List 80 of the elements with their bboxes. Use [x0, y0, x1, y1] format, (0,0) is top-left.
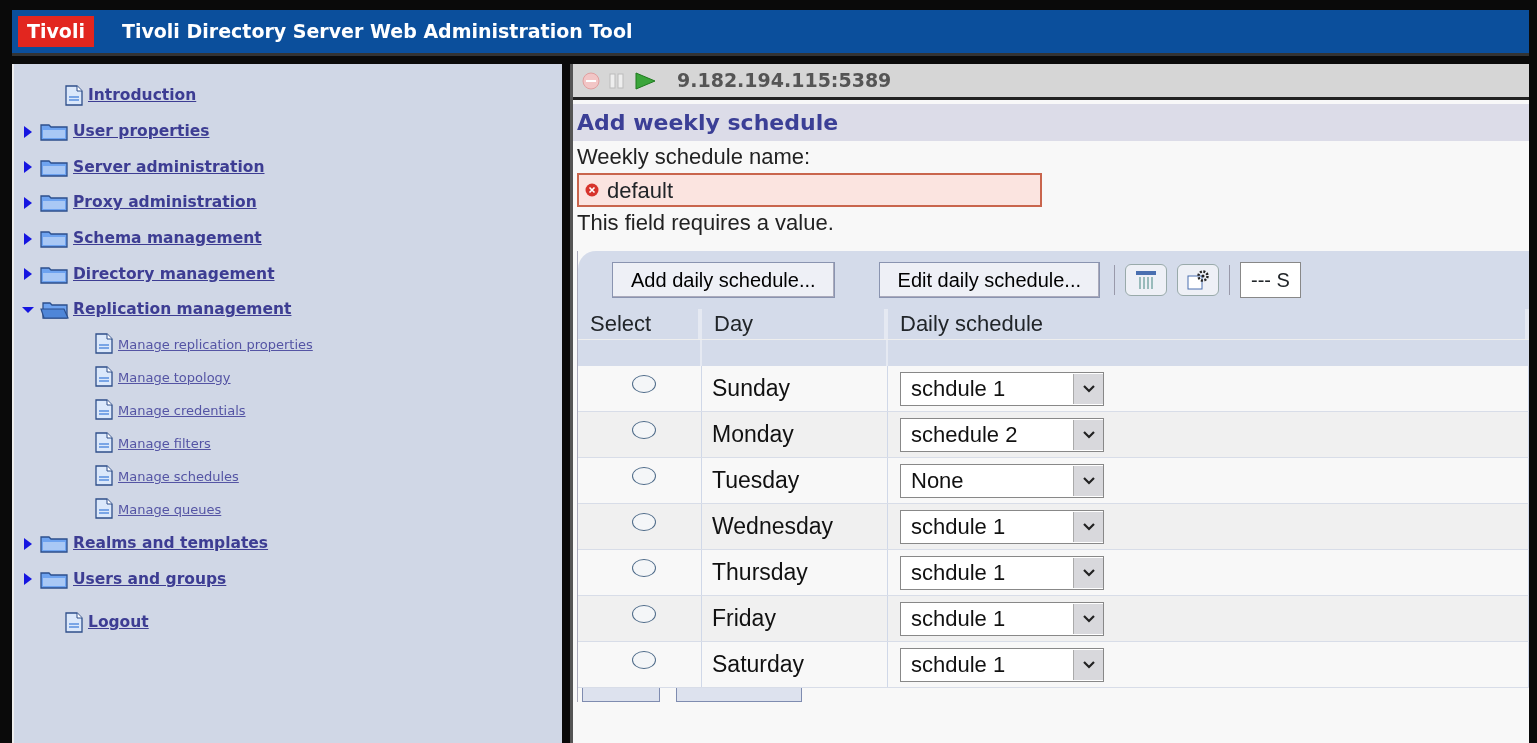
column-icon[interactable] [1125, 264, 1167, 296]
folder-icon [40, 228, 69, 250]
page-icon [94, 333, 114, 356]
sidebar-item[interactable]: Introduction [88, 84, 197, 108]
schedule-dropdown[interactable]: schdule 1 [900, 601, 1104, 636]
form-title: Add weekly schedule [573, 104, 1529, 141]
schedule-dropdown[interactable]: schedule 2 [900, 417, 1104, 452]
sidebar-subitem[interactable]: Manage replication properties [118, 334, 313, 355]
expand-arrow-icon[interactable] [22, 160, 34, 175]
expand-arrow-icon[interactable] [22, 536, 34, 551]
dropdown-caret-icon [1073, 511, 1103, 542]
table-cell-text: Wednesday [711, 512, 834, 542]
sidebar-item[interactable]: Proxy administration [73, 191, 257, 215]
expand-arrow-icon[interactable] [22, 572, 34, 587]
expand-arrow-icon[interactable] [22, 124, 34, 139]
gear-icon[interactable] [1177, 264, 1219, 296]
dropdown-caret-icon [1073, 603, 1103, 634]
page-icon [64, 84, 84, 107]
partly-hidden-button[interactable] [582, 688, 660, 702]
page-icon [94, 366, 114, 389]
sidebar-item[interactable]: Users and groups [73, 567, 227, 591]
table-cell-text: Monday [711, 420, 794, 450]
sidebar-item[interactable]: Schema management [73, 226, 262, 251]
schedule-dropdown[interactable]: schdule 1 [900, 555, 1104, 590]
action-dropdown[interactable]: --- S [1240, 262, 1301, 298]
app-title: Tivoli Directory Server Web Administration Tool [121, 19, 633, 45]
open-folder-icon [40, 299, 69, 321]
toolbar-button[interactable]: Edit daily schedule... [878, 262, 1100, 298]
sidebar-subitem[interactable]: Manage schedules [118, 466, 239, 487]
error-icon [585, 183, 599, 197]
radio-button[interactable] [632, 420, 656, 439]
folder-icon [40, 533, 69, 555]
dropdown-caret-icon [1073, 465, 1103, 496]
server-address: 9.182.194.115:5389 [677, 68, 892, 94]
sidebar-subitem[interactable]: Manage filters [118, 433, 211, 454]
page-icon [64, 612, 84, 635]
dropdown-caret-icon [1073, 649, 1103, 680]
sidebar-subitem[interactable]: Manage queues [118, 499, 222, 520]
page-icon [94, 399, 114, 422]
table-cell-text: Sunday [711, 374, 790, 404]
brand-logo: Tivoli [18, 16, 94, 47]
table-cell-text: Saturday [711, 650, 805, 680]
dropdown-caret-icon [1073, 373, 1103, 404]
sidebar-item[interactable]: Logout [88, 611, 149, 635]
toolbar-button[interactable]: Add daily schedule... [612, 262, 835, 298]
table-cell-text: Tuesday [711, 466, 800, 496]
sidebar-item[interactable]: Directory management [73, 262, 275, 286]
schedule-dropdown[interactable]: schdule 1 [900, 647, 1104, 682]
field-label: Weekly schedule name: [576, 143, 812, 171]
sidebar-item[interactable]: Realms and templates [73, 532, 269, 556]
sidebar-item[interactable]: User properties [73, 119, 210, 144]
sidebar-item[interactable]: Replication management [73, 298, 292, 322]
folder-icon [40, 192, 69, 214]
radio-button[interactable] [632, 374, 656, 393]
radio-button[interactable] [632, 466, 656, 485]
schedule-name-field[interactable]: default [577, 173, 1042, 207]
partly-hidden-button[interactable] [676, 688, 802, 702]
dropdown-caret-icon [1073, 557, 1103, 588]
table-cell-text: Friday [711, 604, 776, 634]
page-icon [94, 498, 114, 521]
sidebar-subitem[interactable]: Manage topology [118, 367, 231, 388]
expand-arrow-icon[interactable] [22, 267, 34, 282]
sidebar-item[interactable]: Server administration [73, 155, 265, 179]
play-icon[interactable] [633, 70, 657, 91]
schedule-dropdown[interactable]: schdule 1 [900, 509, 1104, 544]
sidebar-subitem[interactable]: Manage credentials [118, 400, 246, 421]
page-icon [94, 465, 114, 488]
schedule-dropdown[interactable]: None [900, 463, 1104, 498]
page-icon [94, 432, 114, 455]
table-cell-text: Thursday [711, 558, 808, 588]
folder-icon [40, 121, 69, 143]
schedule-dropdown[interactable]: schdule 1 [900, 371, 1104, 406]
expand-arrow-icon[interactable] [22, 195, 34, 210]
radio-button[interactable] [632, 650, 656, 669]
radio-button[interactable] [632, 558, 656, 577]
dropdown-caret-icon [1073, 419, 1103, 450]
radio-button[interactable] [632, 604, 656, 623]
radio-button[interactable] [632, 512, 656, 531]
error-message: This field requires a value. [576, 209, 835, 237]
expand-arrow-icon[interactable] [22, 231, 34, 246]
